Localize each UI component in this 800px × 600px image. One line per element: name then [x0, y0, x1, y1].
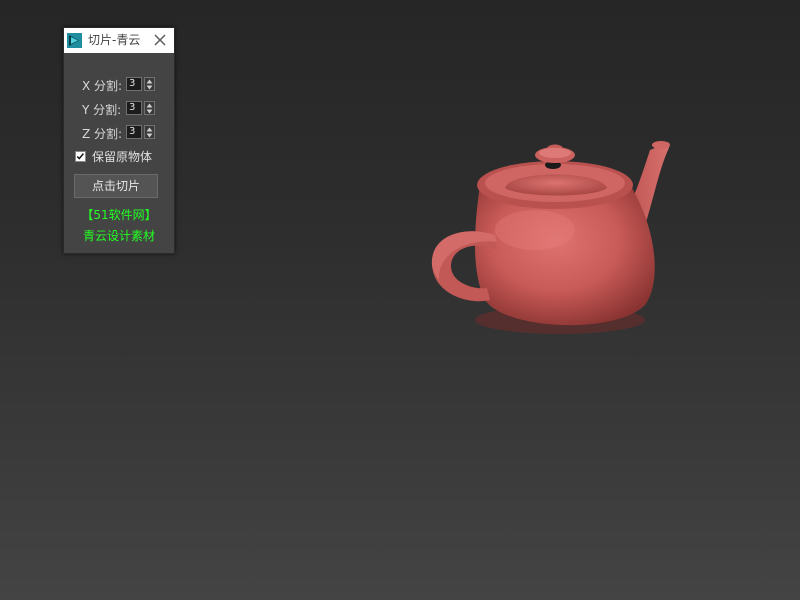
y-divide-input[interactable]: 3 [126, 101, 142, 115]
y-divide-label: Y 分割: [82, 103, 122, 117]
3d-viewport[interactable]: 切片-青云 X 分割: 3 Y 分割: 3 Z 分割: 3 保留原物体 点击切片… [0, 0, 800, 600]
x-divide-value: 3 [129, 78, 136, 89]
z-divide-label: Z 分割: [82, 127, 123, 141]
credit-author: 青云设计素材 [82, 229, 155, 243]
spin-up-icon[interactable] [146, 127, 153, 132]
dialog-title: 切片-青云 [88, 33, 141, 47]
spin-down-icon[interactable] [146, 85, 153, 90]
y-divide-spinner[interactable] [144, 101, 155, 115]
y-divide-value: 3 [129, 102, 136, 113]
dialog-titlebar[interactable]: 切片-青云 [64, 28, 174, 53]
keep-original-row[interactable]: 保留原物体 [64, 149, 174, 165]
x-divide-input[interactable]: 3 [126, 77, 142, 91]
z-divide-input[interactable]: 3 [126, 125, 142, 139]
x-divide-row: X 分割: 3 [64, 77, 174, 95]
z-divide-spinner[interactable] [144, 125, 155, 139]
z-divide-value: 3 [129, 126, 136, 137]
teapot-object[interactable] [425, 130, 675, 340]
keep-original-label: 保留原物体 [92, 150, 153, 164]
credit-site: 【51软件网】 [81, 208, 157, 222]
close-icon[interactable] [152, 32, 168, 48]
3dsmax-app-icon [67, 33, 82, 48]
spin-down-icon[interactable] [146, 109, 153, 114]
spin-up-icon[interactable] [146, 79, 153, 84]
y-divide-row: Y 分割: 3 [64, 101, 174, 119]
x-divide-spinner[interactable] [144, 77, 155, 91]
keep-original-checkbox[interactable] [75, 151, 86, 162]
x-divide-label: X 分割: [82, 79, 123, 93]
slice-button[interactable]: 点击切片 [74, 174, 158, 198]
slice-dialog: 切片-青云 X 分割: 3 Y 分割: 3 Z 分割: 3 保留原物体 点击切片… [63, 27, 175, 254]
spin-up-icon[interactable] [146, 103, 153, 108]
z-divide-row: Z 分割: 3 [64, 125, 174, 143]
spin-down-icon[interactable] [146, 133, 153, 138]
checkmark-icon [76, 153, 84, 160]
